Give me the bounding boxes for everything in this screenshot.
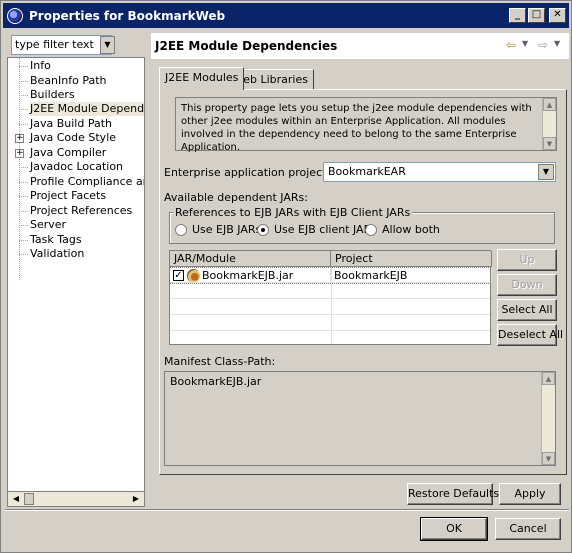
tree-item-project-references[interactable]: Project References (30, 204, 132, 218)
filter-input[interactable]: type filter text (11, 35, 112, 55)
jar-icon (187, 269, 200, 282)
ejb-references-group-label: References to EJB JARs with EJB Client J… (173, 206, 413, 219)
scroll-down-icon[interactable]: ▼ (543, 137, 556, 150)
project-cell: BookmarkEJB (331, 268, 492, 283)
scroll-up-icon[interactable]: ▲ (542, 372, 555, 385)
tree-connector (19, 95, 28, 96)
restore-defaults-button[interactable]: Restore Defaults (407, 483, 499, 505)
tree-item-java-build-path[interactable]: Java Build Path (30, 117, 112, 131)
tree-item-project-facets[interactable]: Project Facets (30, 189, 106, 203)
table-row (170, 284, 490, 299)
tree-item-info[interactable]: Info (30, 59, 51, 73)
tree-connector (19, 225, 28, 226)
page-header: J2EE Module Dependencies ⇦ ▼ ⇨ ▼ (151, 33, 569, 59)
manifest-label: Manifest Class-Path: (164, 355, 276, 368)
tree-item-java-compiler[interactable]: Java Compiler (30, 146, 106, 160)
up-button[interactable]: Up (497, 249, 557, 271)
ear-project-value: BookmarkEAR (328, 165, 406, 178)
radio-label: Use EJB JARs (192, 223, 262, 236)
radio-label: Allow both (382, 223, 440, 236)
tree-connector (19, 124, 28, 125)
apply-button[interactable]: Apply (499, 483, 561, 505)
ok-button[interactable]: OK (420, 517, 488, 541)
radio-dot[interactable] (257, 223, 269, 236)
tree-item-profile-compliance[interactable]: Profile Compliance and Validation (30, 175, 144, 189)
tree-item-server[interactable]: Server (30, 218, 66, 232)
expand-icon[interactable]: + (15, 149, 24, 158)
title-bar[interactable]: Properties for BookmarkWeb _ □ ✕ (3, 3, 569, 28)
tree-item-j2ee-module-dependencies[interactable]: J2EE Module Dependencies (30, 102, 144, 116)
radio-use-ejb-jars[interactable]: Use EJB JARs (175, 223, 261, 236)
down-button[interactable]: Down (497, 274, 557, 296)
manifest-textarea[interactable]: BookmarkEJB.jar ▲ ▼ (164, 371, 556, 466)
scroll-thumb[interactable] (24, 493, 34, 505)
manifest-value: BookmarkEJB.jar (170, 375, 262, 388)
tree-item-java-code-style[interactable]: Java Code Style (30, 131, 116, 145)
minimize-button[interactable]: _ (509, 8, 526, 23)
column-divider (331, 267, 332, 344)
tree-connector (19, 66, 28, 67)
select-all-button[interactable]: Select All (497, 299, 557, 321)
table-row (170, 316, 490, 331)
radio-dot[interactable] (175, 223, 187, 236)
tree-connector (19, 109, 28, 110)
eclipse-icon (7, 7, 23, 24)
scroll-right-icon[interactable]: ▶ (128, 492, 144, 506)
description-label: This property page lets you setup the j2… (181, 103, 532, 153)
tree-item-javadoc-location[interactable]: Javadoc Location (30, 160, 123, 174)
tree-guide (19, 58, 20, 280)
description-text: This property page lets you setup the j2… (175, 97, 557, 153)
properties-dialog: Properties for BookmarkWeb _ □ ✕ type fi… (0, 0, 572, 553)
scroll-left-icon[interactable]: ◀ (8, 492, 24, 506)
jar-cell: ✓ BookmarkEJB.jar (170, 268, 331, 283)
back-arrow-icon[interactable]: ⇦ (503, 38, 519, 52)
table-row[interactable]: ✓ BookmarkEJB.jar BookmarkEJB (169, 267, 492, 284)
page-title: J2EE Module Dependencies (155, 39, 338, 53)
tree-connector (19, 254, 28, 255)
footer-separator (5, 509, 569, 511)
tree-connector (19, 182, 28, 183)
deselect-all-button[interactable]: Deselect All (497, 324, 563, 346)
scroll-up-icon[interactable]: ▲ (543, 98, 556, 111)
tab-j2ee-modules[interactable]: J2EE Modules (159, 67, 245, 90)
ear-project-select[interactable]: BookmarkEAR ▼ (323, 162, 556, 182)
column-header-jar[interactable]: JAR/Module (170, 251, 331, 267)
forward-arrow-icon[interactable]: ⇨ (535, 38, 551, 52)
radio-label: Use EJB client JARs (274, 223, 377, 236)
scroll-down-icon[interactable]: ▼ (542, 452, 555, 465)
maximize-button[interactable]: □ (528, 8, 545, 23)
horizontal-scrollbar[interactable]: ◀ ▶ (7, 491, 145, 507)
tree-connector (19, 167, 28, 168)
tree-connector (19, 196, 28, 197)
tree-item-builders[interactable]: Builders (30, 88, 75, 102)
table-row (170, 300, 490, 315)
tree-connector (19, 240, 28, 241)
window-title: Properties for BookmarkWeb (29, 8, 226, 23)
close-button[interactable]: ✕ (549, 8, 566, 23)
jar-table: JAR/Module Project ✓ BookmarkEJB.jar Boo… (169, 250, 492, 345)
manifest-scrollbar[interactable]: ▲ ▼ (541, 372, 555, 465)
tree-item-beaninfo-path[interactable]: BeanInfo Path (30, 74, 107, 88)
chevron-down-icon[interactable]: ▼ (538, 164, 554, 180)
expand-icon[interactable]: + (15, 134, 24, 143)
jar-name: BookmarkEJB.jar (202, 269, 294, 282)
tree-connector (19, 81, 28, 82)
description-scrollbar[interactable]: ▲ ▼ (542, 98, 556, 150)
chevron-down-icon[interactable]: ▼ (554, 39, 560, 48)
column-header-project[interactable]: Project (331, 251, 492, 267)
radio-use-ejb-client-jars[interactable]: Use EJB client JARs (257, 223, 377, 236)
chevron-down-icon[interactable]: ▼ (522, 39, 528, 48)
tree-item-task-tags[interactable]: Task Tags (30, 233, 82, 247)
chevron-down-icon[interactable]: ▼ (100, 36, 115, 54)
tree-connector (19, 211, 28, 212)
row-checkbox[interactable]: ✓ (173, 270, 184, 281)
tree-item-validation[interactable]: Validation (30, 247, 84, 261)
available-jars-label: Available dependent JARs: (164, 191, 308, 204)
left-pane: type filter text ▼ Info BeanInfo Path Bu… (7, 33, 145, 507)
cancel-button[interactable]: Cancel (495, 518, 561, 540)
property-tree: Info BeanInfo Path Builders J2EE Module … (7, 57, 145, 501)
radio-dot[interactable] (365, 223, 377, 236)
radio-allow-both[interactable]: Allow both (365, 223, 440, 236)
